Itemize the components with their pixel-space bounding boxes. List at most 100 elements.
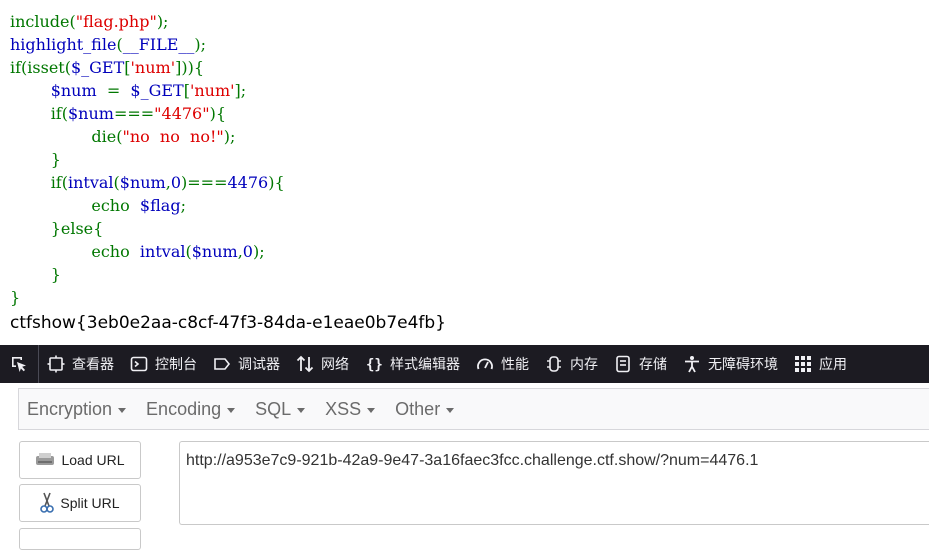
code-token: echo	[10, 196, 140, 215]
devtools-tab-label: 无障碍环境	[708, 357, 778, 373]
code-token: if(	[10, 173, 68, 192]
devtools-tab-label: 性能	[501, 357, 529, 373]
load-url-icon	[36, 453, 55, 465]
code-line: }	[10, 148, 285, 171]
hackbar-menu-label: Encryption	[27, 398, 113, 419]
execute-button[interactable]	[19, 528, 141, 550]
devtools-tab[interactable]: 查看器	[39, 345, 122, 383]
url-value: http://a953e7c9-921b-42a9-9e47-3a16faec3…	[186, 452, 759, 469]
scissors-icon	[40, 492, 55, 513]
code-token: "flag.php"	[75, 12, 157, 31]
hackbar-menu-sql[interactable]: SQL	[247, 399, 313, 420]
code-token: "4476"	[154, 104, 210, 123]
code-token: __FILE__	[122, 35, 195, 54]
hackbar-menu-encoding[interactable]: Encoding	[138, 399, 243, 420]
split-url-button[interactable]: Split URL	[19, 484, 141, 522]
code-token: ){	[209, 104, 227, 123]
code-token: );	[194, 35, 207, 54]
hackbar-menu-xss[interactable]: XSS	[317, 399, 383, 420]
devtools-tab[interactable]: 应用	[786, 345, 855, 383]
devtools-tab-label: 应用	[819, 357, 847, 373]
devtools-tab[interactable]: 内存	[537, 345, 606, 383]
code-line: if($num==="4476"){	[10, 102, 285, 125]
devtools-tab[interactable]: 存储	[606, 345, 675, 383]
code-token: ];	[234, 81, 247, 100]
code-token: }else{	[10, 219, 104, 238]
code-line: die("no no no!");	[10, 125, 285, 148]
code-token: 4476	[227, 173, 269, 192]
devtools-tab-label: 控制台	[155, 357, 197, 373]
caret-down-icon	[297, 407, 306, 413]
console-icon	[130, 356, 148, 372]
devtools-tab-label: 内存	[570, 357, 598, 373]
performance-icon	[477, 358, 493, 370]
flag-output: ctfshow{3eb0e2aa-c8cf-47f3-84da-e1eae0b7…	[10, 313, 447, 333]
hackbar-menu-label: Encoding	[146, 398, 222, 419]
code-token: intval	[139, 242, 186, 261]
hackbar-menu-label: XSS	[325, 398, 362, 419]
hackbar-menu-encryption[interactable]: Encryption	[19, 399, 134, 420]
code-token: if(	[10, 104, 68, 123]
devtools-tab-label: 查看器	[72, 357, 114, 373]
code-token: echo	[10, 242, 140, 261]
code-token: =	[106, 81, 131, 100]
devtools-tab[interactable]: 调试器	[205, 345, 288, 383]
code-token: $num	[119, 173, 166, 192]
devtools-tab[interactable]: 控制台	[122, 345, 205, 383]
hackbar-menu-other[interactable]: Other	[387, 399, 462, 420]
code-line: echo intval($num,0);	[10, 240, 285, 263]
code-token: );	[223, 127, 236, 146]
code-line: if(isset($_GET['num'])){	[10, 56, 285, 79]
split-url-label: Split URL	[60, 495, 120, 511]
code-token: 0	[242, 242, 253, 261]
devtools-tab[interactable]: {} 样式编辑器	[357, 345, 468, 383]
code-line: }	[10, 286, 285, 309]
code-token: ;	[180, 196, 186, 215]
devtools-tab[interactable]: 性能	[468, 345, 537, 383]
hackbar-menu-label: Other	[395, 398, 441, 419]
code-line: $num = $_GET['num'];	[10, 79, 285, 102]
debugger-icon	[214, 358, 231, 370]
devtools-toolbar: 查看器 控制台 调试器 网络 {} 样式编辑器 性能 内存 存储 无障碍环境 应用	[0, 345, 929, 383]
caret-down-icon	[446, 407, 455, 413]
code-token: );	[252, 242, 265, 261]
devtools-tab[interactable]: 网络	[288, 345, 357, 383]
url-textarea[interactable]: http://a953e7c9-921b-42a9-9e47-3a16faec3…	[179, 441, 929, 525]
code-token: 0	[170, 173, 182, 192]
code-token: 'num'	[189, 81, 235, 100]
code-token: "no no no!"	[122, 127, 224, 146]
svg-text:{}: {}	[366, 357, 383, 373]
code-token: $num	[191, 242, 238, 261]
code-token: }	[10, 150, 61, 169]
code-token: ===	[113, 104, 155, 123]
code-token: $num	[10, 81, 107, 100]
load-url-button[interactable]: Load URL	[19, 441, 141, 479]
devtools-tab-label: 样式编辑器	[390, 357, 460, 373]
memory-icon	[547, 356, 561, 372]
code-token: )===	[181, 173, 228, 192]
devtools-tab-label: 调试器	[238, 357, 280, 373]
code-token: 'num'	[130, 58, 176, 77]
code-token: $_GET	[70, 58, 125, 77]
style-editor-icon: {}	[366, 357, 383, 373]
code-token: );	[156, 12, 169, 31]
code-line: }else{	[10, 217, 285, 240]
code-token: if(isset(	[10, 58, 71, 77]
code-line: echo $flag;	[10, 194, 285, 217]
php-source-code: include("flag.php"); highlight_file(__FIL…	[10, 10, 285, 309]
applications-icon	[795, 356, 811, 372]
network-icon	[296, 355, 314, 373]
devtools-tab[interactable]: 无障碍环境	[675, 345, 786, 383]
code-token: }	[10, 265, 61, 284]
code-token: $num	[67, 104, 114, 123]
caret-down-icon	[367, 407, 376, 413]
code-token: $flag	[139, 196, 181, 215]
code-token: $_GET	[130, 81, 184, 100]
load-url-label: Load URL	[61, 452, 125, 468]
element-picker-button[interactable]	[0, 345, 39, 383]
caret-down-icon	[118, 407, 127, 413]
caret-down-icon	[227, 407, 236, 413]
hackbar-menu-bar: Encryption Encoding SQL XSS Other	[18, 388, 929, 430]
inspector-icon	[47, 355, 65, 373]
code-token: include(	[10, 12, 76, 31]
